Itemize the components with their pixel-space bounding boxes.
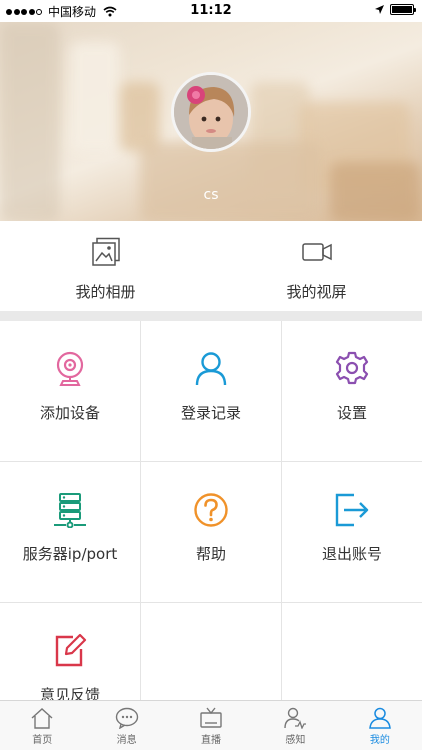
home-icon: [31, 708, 53, 729]
tab-sense[interactable]: 感知: [253, 701, 337, 750]
webcam-icon: [56, 351, 84, 386]
feedback-label: 意见反馈: [39, 686, 100, 701]
empty-cell: [141, 603, 282, 701]
album-row: 我的相册 我的视屏: [0, 221, 422, 311]
my-video-button[interactable]: 我的视屏: [211, 221, 422, 311]
logout-button[interactable]: 退出账号: [282, 462, 422, 603]
tab-sense-label: 感知: [285, 735, 306, 746]
my-album-button[interactable]: 我的相册: [0, 221, 211, 311]
my-video-label: 我的视屏: [286, 283, 347, 301]
login-record-button[interactable]: 登录记录: [141, 321, 282, 462]
my-album-label: 我的相册: [75, 283, 136, 301]
video-camera-icon: [301, 243, 332, 261]
tab-messages[interactable]: 消息: [84, 701, 168, 750]
settings-label: 设置: [336, 404, 367, 422]
tab-live-label: 直播: [201, 735, 222, 746]
status-bar: 中国移动 11:12: [0, 0, 422, 22]
logout-icon: [335, 493, 369, 527]
user-icon: [195, 352, 227, 386]
settings-button[interactable]: 设置: [282, 321, 422, 462]
status-time: 11:12: [190, 3, 232, 18]
function-grid: 添加设备 登录记录 设置 服务器ip/port 帮助 退出账号 意见反馈: [0, 321, 422, 701]
photo-album-icon: [91, 237, 120, 266]
profile-header: cs: [0, 22, 422, 221]
server-config-label: 服务器ip/port: [22, 545, 118, 563]
tab-profile-label: 我的: [369, 735, 390, 746]
server-icon: [54, 493, 86, 528]
login-record-label: 登录记录: [180, 404, 241, 422]
tv-icon: [200, 707, 222, 728]
avatar[interactable]: [171, 72, 251, 152]
sense-icon: [284, 707, 307, 729]
feedback-button[interactable]: 意见反馈: [0, 603, 141, 701]
empty-cell: [282, 603, 422, 701]
section-divider: [0, 311, 422, 321]
tab-live[interactable]: 直播: [169, 701, 253, 750]
tab-bar: 首页 消息 直播 感知 我的: [0, 700, 422, 750]
tab-profile[interactable]: 我的: [338, 701, 422, 750]
tab-home[interactable]: 首页: [0, 701, 84, 750]
tab-home-label: 首页: [32, 735, 53, 746]
gear-icon: [335, 351, 369, 385]
battery-icon: [390, 4, 416, 15]
profile-icon: [368, 707, 391, 729]
message-icon: [115, 707, 138, 729]
help-button[interactable]: 帮助: [141, 462, 282, 603]
tab-messages-label: 消息: [116, 735, 137, 746]
add-device-button[interactable]: 添加设备: [0, 321, 141, 462]
help-label: 帮助: [195, 545, 226, 563]
server-config-button[interactable]: 服务器ip/port: [0, 462, 141, 603]
feedback-icon: [55, 633, 87, 667]
add-device-label: 添加设备: [39, 404, 100, 422]
help-icon: [194, 493, 228, 527]
username: cs: [203, 187, 219, 203]
location-arrow-icon: [375, 5, 384, 14]
logout-label: 退出账号: [321, 545, 382, 563]
